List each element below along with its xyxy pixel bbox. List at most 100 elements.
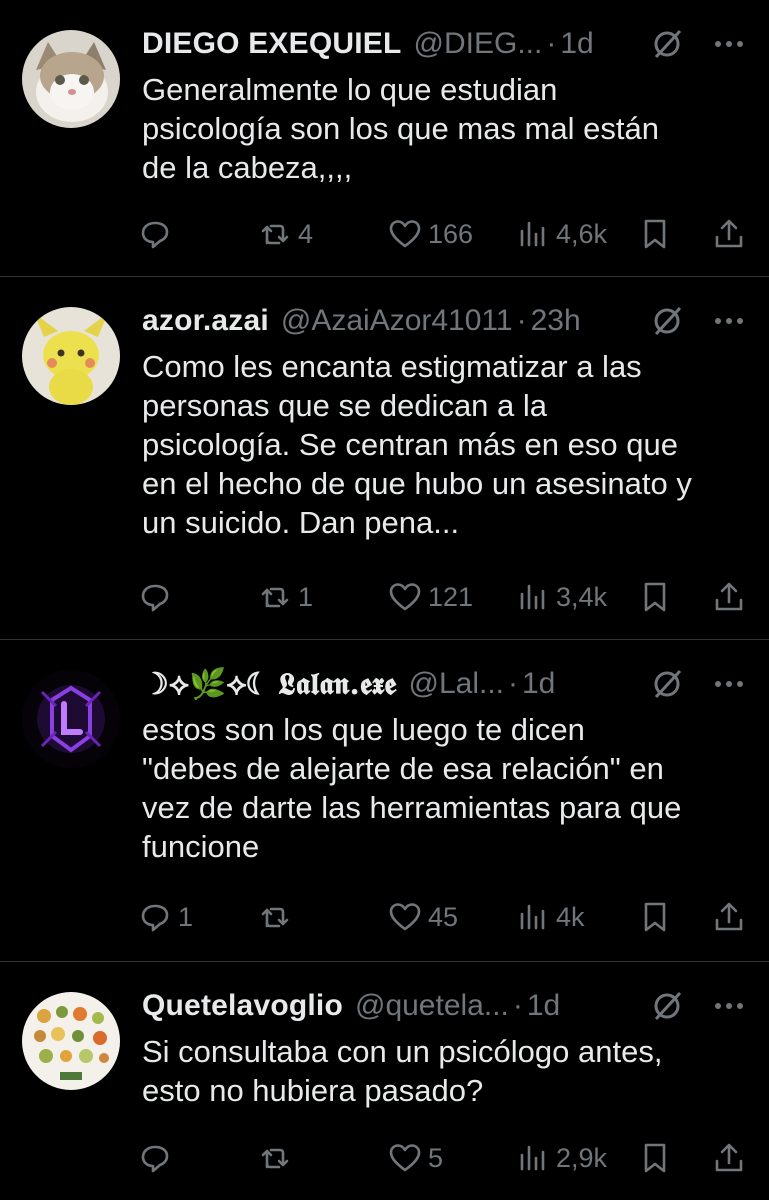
bookmark-icon (644, 219, 666, 249)
bookmark-button[interactable] (638, 895, 672, 939)
share-icon (715, 582, 743, 611)
timestamp[interactable]: 1d (527, 989, 560, 1023)
views-count: 4k (556, 901, 585, 932)
retweet-icon (261, 907, 289, 928)
bookmark-icon (644, 902, 666, 932)
purple-emblem-avatar-icon (22, 670, 120, 768)
grok-icon[interactable] (649, 988, 685, 1024)
action-bar: 1 45 4k (138, 895, 749, 939)
heart-icon (389, 1144, 421, 1172)
grok-icon[interactable] (649, 666, 685, 702)
views-button[interactable]: 2,9k (516, 1136, 607, 1180)
bookmark-icon (644, 1143, 666, 1173)
views-count: 2,9k (556, 1142, 608, 1173)
bookmark-button[interactable] (638, 575, 672, 619)
reply-button[interactable] (138, 575, 178, 619)
tweet[interactable]: azor.azai @AzaiAzor41011 · 23h Como les … (0, 277, 769, 640)
reply-icon (141, 1145, 169, 1173)
views-count: 4,6k (556, 218, 608, 249)
tweet[interactable]: Quetelavoglio @quetela... · 1d Si consul… (0, 962, 769, 1200)
views-icon (520, 584, 545, 610)
views-button[interactable]: 4k (516, 895, 585, 939)
username[interactable]: @Lal... (409, 667, 505, 701)
timestamp[interactable]: 1d (522, 667, 555, 701)
display-name[interactable]: azor.azai (142, 304, 269, 338)
views-button[interactable]: 3,4k (516, 575, 607, 619)
like-button[interactable]: 5 (388, 1136, 443, 1180)
separator: · (516, 304, 527, 337)
reply-button[interactable]: 1 (138, 895, 193, 939)
like-button[interactable]: 121 (388, 575, 473, 619)
reply-button[interactable] (138, 1136, 178, 1180)
more-icon[interactable] (711, 666, 747, 702)
grok-icon[interactable] (649, 26, 685, 62)
retweet-button[interactable] (258, 895, 298, 939)
like-count: 5 (428, 1142, 444, 1173)
share-icon (715, 902, 743, 931)
more-icon[interactable] (711, 303, 747, 339)
avatar[interactable] (22, 307, 120, 405)
views-icon (520, 221, 545, 247)
like-count: 121 (428, 581, 474, 612)
reply-icon (141, 584, 169, 612)
retweet-icon (261, 587, 289, 608)
separator: · (512, 989, 523, 1022)
retweet-button[interactable]: 4 (258, 212, 313, 256)
tweet[interactable]: DIEGO EXEQUIEL @DIEG... · 1d Generalment… (0, 0, 769, 277)
share-button[interactable] (712, 1136, 746, 1180)
views-icon (520, 904, 545, 930)
avatar[interactable] (22, 30, 120, 128)
separator: · (546, 27, 557, 60)
tweet-header: DIEGO EXEQUIEL @DIEG... · 1d (142, 22, 747, 66)
like-button[interactable]: 45 (388, 895, 458, 939)
avatar[interactable] (22, 670, 120, 768)
bookmark-button[interactable] (638, 1136, 672, 1180)
display-name[interactable]: ☽⟡🌿⟡☾ 𝕷𝖆𝖑𝖆𝖓.𝖊𝖝𝖊 (142, 667, 397, 702)
reply-button[interactable] (138, 212, 178, 256)
display-name[interactable]: Quetelavoglio (142, 989, 343, 1023)
share-button[interactable] (712, 575, 746, 619)
share-button[interactable] (712, 212, 746, 256)
tweet[interactable]: ☽⟡🌿⟡☾ 𝕷𝖆𝖑𝖆𝖓.𝖊𝖝𝖊 @Lal... · 1d estos son l… (0, 640, 769, 962)
plush-avatar-icon (22, 307, 120, 405)
more-icon[interactable] (711, 988, 747, 1024)
separator: · (508, 667, 518, 700)
more-icon[interactable] (711, 26, 747, 62)
tweet-text: Generalmente lo que estudian psicología … (142, 72, 659, 185)
action-bar: 1 121 3,4k (138, 575, 749, 619)
tweet-text: estos son los que luego te dicen "debes … (142, 712, 682, 864)
share-button[interactable] (712, 895, 746, 939)
tweet-text: Si consultaba con un psicólogo antes, es… (142, 1034, 663, 1108)
username[interactable]: @DIEG... (414, 27, 543, 61)
tweet-text: Como les encanta estigmatizar a las pers… (142, 349, 692, 540)
share-icon (715, 1143, 743, 1172)
views-icon (520, 1145, 545, 1171)
grok-icon[interactable] (649, 303, 685, 339)
retweet-button[interactable] (258, 1136, 298, 1180)
heart-icon (389, 220, 421, 248)
retweet-count: 1 (298, 581, 314, 612)
tweet-header: Quetelavoglio @quetela... · 1d (142, 984, 747, 1028)
reply-feed: DIEGO EXEQUIEL @DIEG... · 1d Generalment… (0, 0, 769, 1200)
username[interactable]: @AzaiAzor41011 (281, 304, 513, 338)
display-name[interactable]: DIEGO EXEQUIEL (142, 27, 402, 61)
username[interactable]: @quetela... (355, 989, 509, 1023)
retweet-icon (261, 224, 289, 245)
bookmark-button[interactable] (638, 212, 672, 256)
reply-icon (141, 904, 169, 932)
action-bar: 4 166 4,6k (138, 212, 749, 256)
retweet-count: 4 (298, 218, 314, 249)
cat-avatar-icon (22, 30, 120, 128)
avatar[interactable] (22, 992, 120, 1090)
retweet-icon (261, 1148, 289, 1169)
reply-icon (141, 221, 169, 249)
timestamp[interactable]: 1d (560, 27, 593, 61)
tweet-header: azor.azai @AzaiAzor41011 · 23h (142, 299, 747, 343)
retweet-button[interactable]: 1 (258, 575, 313, 619)
bookmark-icon (644, 582, 666, 612)
like-button[interactable]: 166 (388, 212, 473, 256)
heart-icon (389, 903, 421, 931)
reply-count: 1 (178, 901, 194, 932)
timestamp[interactable]: 23h (531, 304, 581, 338)
views-button[interactable]: 4,6k (516, 212, 607, 256)
